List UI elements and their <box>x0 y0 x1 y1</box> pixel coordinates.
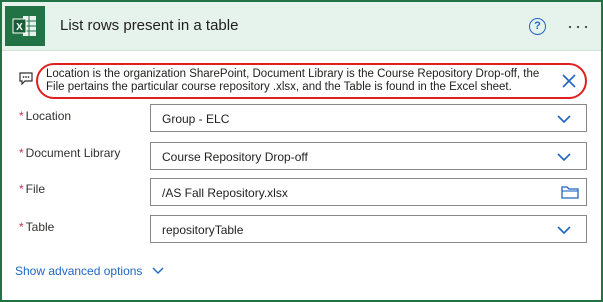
show-advanced-options-link[interactable]: Show advanced options <box>15 264 164 278</box>
file-label-text: File <box>25 182 46 196</box>
folder-icon[interactable] <box>561 185 579 202</box>
required-marker: * <box>19 109 24 123</box>
location-label-text: Location <box>25 109 72 123</box>
help-icon[interactable]: ? <box>529 18 546 35</box>
excel-icon-letter: X <box>16 22 23 33</box>
file-value: /AS Fall Repository.xlsx <box>162 186 288 200</box>
chevron-down-icon[interactable] <box>557 113 571 127</box>
table-dropdown[interactable]: repositoryTable <box>150 215 587 243</box>
file-picker-field[interactable]: /AS Fall Repository.xlsx <box>150 178 587 206</box>
document-library-dropdown[interactable]: Course Repository Drop-off <box>150 142 587 170</box>
document-library-value: Course Repository Drop-off <box>162 150 308 164</box>
location-dropdown[interactable]: Group - ELC <box>150 104 587 132</box>
document-library-label: * Document Library <box>19 146 120 160</box>
table-value: repositoryTable <box>162 223 244 237</box>
action-title: List rows present in a table <box>60 17 239 34</box>
required-marker: * <box>19 182 24 196</box>
chevron-down-icon[interactable] <box>557 224 571 238</box>
note-text: Location is the organization SharePoint,… <box>46 68 540 93</box>
chevron-down-icon[interactable] <box>557 151 571 165</box>
comment-icon[interactable] <box>19 72 33 88</box>
excel-icon: X <box>5 6 45 46</box>
location-value: Group - ELC <box>162 112 230 126</box>
close-icon[interactable] <box>561 73 577 93</box>
action-card: X List rows present in a table ? ··· Loc… <box>0 0 603 302</box>
more-options-icon[interactable]: ··· <box>567 16 591 37</box>
required-marker: * <box>19 220 24 234</box>
required-marker: * <box>19 146 24 160</box>
file-label: * File <box>19 182 45 196</box>
table-label-text: Table <box>25 220 55 234</box>
document-library-label-text: Document Library <box>25 146 121 160</box>
chevron-down-icon <box>152 267 164 274</box>
location-label: * Location <box>19 109 71 123</box>
show-advanced-options-label: Show advanced options <box>15 264 143 278</box>
table-label: * Table <box>19 220 54 234</box>
action-header[interactable]: X List rows present in a table ? ··· <box>2 2 601 51</box>
note-box: Location is the organization SharePoint,… <box>36 63 587 99</box>
